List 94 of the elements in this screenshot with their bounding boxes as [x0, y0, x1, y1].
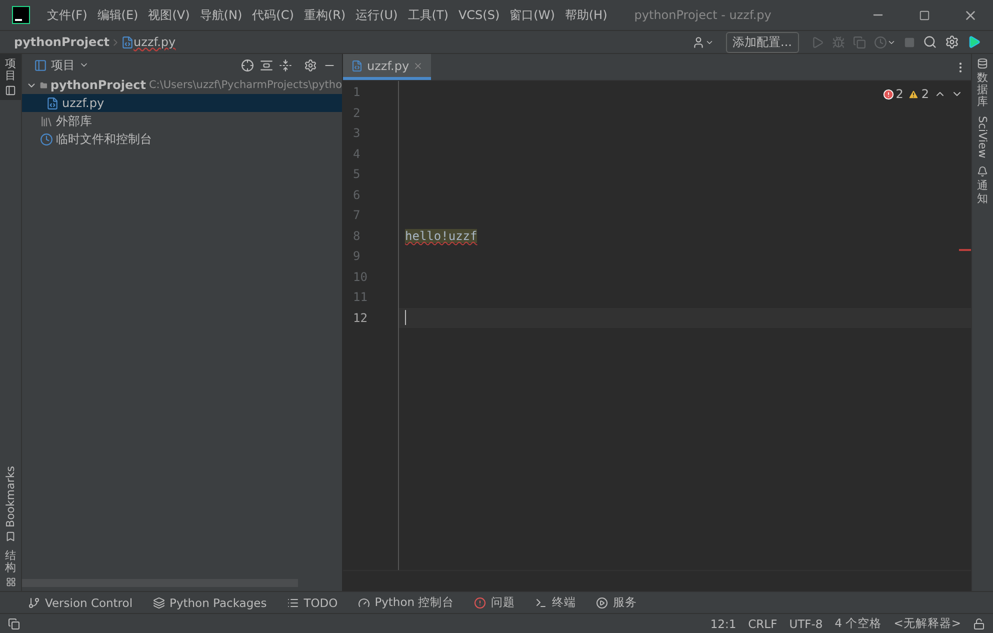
- menu-item[interactable]: 视图(V): [143, 6, 195, 24]
- alert-icon: [474, 596, 486, 608]
- terminal-icon: [535, 596, 548, 608]
- tool-window-button[interactable]: Python 控制台: [358, 595, 454, 610]
- menu-item[interactable]: 帮助(H): [560, 6, 612, 24]
- tool-window-tab[interactable]: Bookmarks: [0, 462, 21, 546]
- tool-window-button[interactable]: Version Control: [28, 596, 133, 610]
- strip-label: 结构: [5, 550, 16, 574]
- editor-tab[interactable]: uzzf.py: [343, 54, 432, 80]
- menu-item[interactable]: 窗口(W): [504, 6, 560, 24]
- tree-row[interactable]: pythonProject C:\Users\uzzf\PycharmProjects\pytho: [22, 76, 342, 94]
- tree-label: uzzf.py: [62, 96, 104, 110]
- line-number: 4: [352, 146, 362, 162]
- settings-icon[interactable]: [304, 58, 317, 72]
- warning-count[interactable]: 2: [908, 87, 929, 101]
- warning-icon: [908, 88, 920, 100]
- structure-icon: [6, 577, 16, 587]
- line-number: 10: [352, 268, 368, 286]
- maximize-icon[interactable]: [918, 10, 930, 20]
- file-icon: [46, 96, 59, 110]
- tab-label: uzzf.py: [367, 58, 410, 72]
- file-icon: [120, 36, 134, 48]
- scrollbar[interactable]: [22, 579, 298, 587]
- status-item[interactable]: UTF-8: [789, 616, 823, 630]
- tool-window-tab[interactable]: 结构: [0, 546, 21, 591]
- app-logo: [12, 6, 30, 24]
- strip-label: 数据库: [977, 72, 988, 108]
- layers-icon: [152, 596, 165, 608]
- status-item[interactable]: 4 个空格: [834, 616, 882, 631]
- locate-icon[interactable]: [241, 58, 254, 72]
- tool-window-button[interactable]: 服务: [596, 595, 638, 610]
- error-marker[interactable]: [959, 249, 971, 251]
- menu-item[interactable]: VCS(S): [453, 8, 505, 22]
- error-icon: [882, 88, 894, 100]
- line-number: 9: [352, 248, 362, 265]
- line-number: 2: [352, 104, 362, 122]
- status-item[interactable]: 12:1: [710, 616, 736, 630]
- code-text: hello!uzzf: [405, 228, 478, 243]
- status-item[interactable]: <无解释器>: [894, 616, 961, 631]
- play-icon: [596, 596, 608, 608]
- lock-icon[interactable]: [973, 618, 985, 630]
- line-number: 7: [352, 207, 362, 224]
- strip-label: 项目: [5, 58, 16, 82]
- menu-item[interactable]: 重构(R): [298, 6, 351, 24]
- panel-icon: [5, 85, 16, 96]
- window-title: pythonProject - uzzf.py: [634, 8, 772, 22]
- tool-window-tab[interactable]: 通知: [972, 162, 993, 209]
- tool-window-button[interactable]: TODO: [286, 596, 338, 610]
- tree-row[interactable]: uzzf.py: [22, 94, 342, 112]
- line-number: 6: [352, 186, 362, 204]
- file-icon: [351, 60, 363, 72]
- tree-row[interactable]: 临时文件和控制台: [22, 130, 342, 148]
- tool-window-tab[interactable]: 数据库: [972, 54, 993, 112]
- breadcrumb-item[interactable]: pythonProject: [14, 35, 110, 49]
- menu-item[interactable]: 代码(C): [247, 6, 299, 24]
- library-icon: [40, 114, 53, 128]
- strip-label: 通知: [977, 180, 988, 205]
- tool-window-button[interactable]: Python Packages: [152, 596, 267, 610]
- panel-icon: [34, 58, 47, 72]
- bell-icon: [977, 166, 988, 178]
- collapse-all-icon[interactable]: [279, 58, 292, 72]
- tool-window-button[interactable]: 终端: [535, 595, 576, 610]
- menu-item[interactable]: 工具(T): [402, 6, 454, 24]
- line-number: 5: [352, 166, 362, 183]
- tree-label: 临时文件和控制台: [56, 130, 152, 148]
- strip-label: Bookmarks: [4, 466, 17, 528]
- menu-item[interactable]: 编辑(E): [92, 6, 144, 24]
- branch-icon: [28, 596, 40, 608]
- strip-label: SciView: [976, 116, 989, 158]
- menu-item[interactable]: 文件(F): [42, 6, 92, 24]
- folder-path: C:\Users\uzzf\PycharmProjects\pytho: [148, 79, 342, 91]
- line-number: 8: [352, 228, 362, 244]
- menu-item[interactable]: 运行(U): [350, 6, 403, 24]
- breadcrumb-item[interactable]: uzzf.py: [134, 35, 176, 49]
- project-view-dropdown[interactable]: 项目: [34, 56, 89, 74]
- tool-window-button[interactable]: 问题: [474, 595, 516, 610]
- line-number: 11: [352, 289, 368, 306]
- line-number: 12: [352, 310, 368, 326]
- tool-window-tab[interactable]: 项目: [0, 54, 21, 100]
- add-configuration-button[interactable]: 添加配置...: [726, 32, 799, 52]
- tree-label: 外部库: [56, 112, 92, 130]
- error-count[interactable]: 2: [882, 87, 904, 101]
- tree-row[interactable]: 外部库: [22, 112, 342, 130]
- database-icon: [977, 58, 988, 69]
- expand-all-icon[interactable]: [260, 58, 273, 72]
- bookmark-icon: [5, 530, 16, 542]
- line-number: 1: [352, 84, 362, 101]
- line-number: 3: [352, 125, 362, 142]
- tree-label: pythonProject: [50, 78, 146, 92]
- menu-item[interactable]: 导航(N): [194, 6, 248, 24]
- clock-icon: [40, 132, 53, 146]
- tool-window-tab[interactable]: SciView: [972, 112, 993, 162]
- text-caret: [405, 310, 406, 326]
- status-item[interactable]: CRLF: [748, 616, 778, 630]
